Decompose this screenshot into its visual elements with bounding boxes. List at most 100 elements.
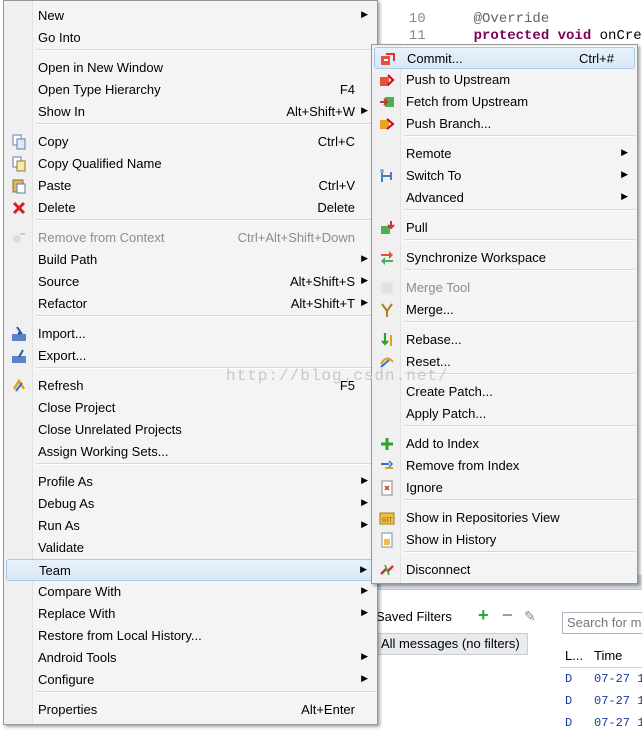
submenu-arrow-icon: ▶ [361, 9, 368, 19]
menu-separator [36, 49, 375, 51]
menu-item-compare-with[interactable]: Compare With ▶ [6, 581, 375, 603]
menu-item-ignore[interactable]: Ignore [374, 477, 635, 499]
menu-item-label: Merge... [406, 302, 454, 317]
delete-icon [11, 200, 27, 216]
submenu-arrow-icon: ▶ [361, 607, 368, 617]
export-icon [11, 348, 27, 364]
menu-item-label: Switch To [406, 168, 462, 183]
menu-item-label: Go Into [38, 30, 81, 45]
watermark: http://blog.csdn.net/ [226, 367, 449, 385]
menu-separator [36, 315, 375, 317]
code-editor[interactable]: 10@Override 11protected void onCreate( 1… [372, 0, 642, 45]
menu-item-label: Remote [406, 146, 452, 161]
log-search-input[interactable]: Search for m [562, 612, 642, 634]
menu-item-label: Compare With [38, 584, 122, 599]
menu-item-label: Show in Repositories View [406, 510, 560, 525]
menu-item-label: Properties [38, 702, 98, 717]
menu-item-remove-from-index[interactable]: Remove from Index [374, 455, 635, 477]
menu-item-configure[interactable]: Configure ▶ [6, 669, 375, 691]
menu-item-switch-to[interactable]: Switch To ▶ [374, 165, 635, 187]
menu-item-label: Rebase... [406, 332, 462, 347]
menu-item-fetch-from-upstream[interactable]: Fetch from Upstream [374, 91, 635, 113]
menu-item-merge[interactable]: Merge... [374, 299, 635, 321]
menu-item-go-into[interactable]: Go Into [6, 27, 375, 49]
copy-qualified-icon [11, 156, 27, 172]
col-time-header[interactable]: Time [589, 645, 622, 667]
menu-item-close-unrelated-projects[interactable]: Close Unrelated Projects [6, 419, 375, 441]
menu-item-replace-with[interactable]: Replace With ▶ [6, 603, 375, 625]
menu-item-import[interactable]: Import... [6, 323, 375, 345]
col-level-header[interactable]: L... [560, 645, 589, 667]
menu-item-open-in-new-window[interactable]: Open in New Window [6, 57, 375, 79]
menu-item-synchronize-workspace[interactable]: Synchronize Workspace [374, 247, 635, 269]
table-row[interactable]: D 07-27 1 [560, 712, 642, 734]
menu-item-accelerator: Delete [317, 200, 355, 215]
menu-item-label: Paste [38, 178, 72, 193]
menu-item-android-tools[interactable]: Android Tools ▶ [6, 647, 375, 669]
menu-item-remote[interactable]: Remote ▶ [374, 143, 635, 165]
menu-item-new[interactable]: New ▶ [6, 5, 375, 27]
table-row[interactable]: D 07-27 1 [560, 690, 642, 712]
menu-item-label: Build Path [38, 252, 98, 267]
menu-item-label: Pull [406, 220, 428, 235]
menu-item-show-in[interactable]: Show In Alt+Shift+W ▶ [6, 101, 375, 123]
add-filter-icon[interactable]: + [478, 606, 492, 624]
menu-item-label: Fetch from Upstream [406, 94, 529, 109]
menu-separator [36, 463, 375, 465]
menu-item-push-branch[interactable]: Push Branch... [374, 113, 635, 135]
menu-item-accelerator: Ctrl+# [578, 51, 614, 66]
menu-item-advanced[interactable]: Advanced ▶ [374, 187, 635, 209]
saved-filters-label: Saved Filters [376, 609, 452, 624]
menu-item-refactor[interactable]: Refactor Alt+Shift+T ▶ [6, 293, 375, 315]
menu-item-copy[interactable]: Copy Ctrl+C [6, 131, 375, 153]
menu-item-close-project[interactable]: Close Project [6, 397, 375, 419]
menu-item-label: Push to Upstream [406, 72, 511, 87]
menu-item-show-in-history[interactable]: Show in History [374, 529, 635, 551]
table-row[interactable]: D 07-27 1 [560, 668, 642, 690]
submenu-arrow-icon: ▶ [361, 651, 368, 661]
menu-item-debug-as[interactable]: Debug As ▶ [6, 493, 375, 515]
edit-filter-icon[interactable]: ✎ [524, 608, 540, 624]
menu-item-disconnect[interactable]: Disconnect [374, 559, 635, 581]
menu-item-restore-from-local-history[interactable]: Restore from Local History... [6, 625, 375, 647]
menu-item-pull[interactable]: Pull [374, 217, 635, 239]
menu-item-label: Show in History [406, 532, 497, 547]
menu-item-label: Ignore [406, 480, 443, 495]
menu-separator [404, 209, 635, 211]
commit-icon [380, 51, 396, 67]
menu-item-push-to-upstream[interactable]: Push to Upstream [374, 69, 635, 91]
filter-item-all[interactable]: All messages (no filters) [376, 633, 528, 655]
menu-item-export[interactable]: Export... [6, 345, 375, 367]
menu-item-rebase[interactable]: Rebase... [374, 329, 635, 351]
menu-item-open-type-hierarchy[interactable]: Open Type Hierarchy F4 [6, 79, 375, 101]
menu-item-paste[interactable]: Paste Ctrl+V [6, 175, 375, 197]
ignore-icon [379, 480, 395, 496]
menu-item-apply-patch[interactable]: Apply Patch... [374, 403, 635, 425]
menu-item-accelerator: Ctrl+V [318, 178, 355, 193]
menu-item-source[interactable]: Source Alt+Shift+S ▶ [6, 271, 375, 293]
menu-item-run-as[interactable]: Run As ▶ [6, 515, 375, 537]
menu-item-delete[interactable]: Delete Delete [6, 197, 375, 219]
fetch-upstream-icon [379, 94, 395, 110]
menu-item-add-to-index[interactable]: Add to Index [374, 433, 635, 455]
remove-filter-icon[interactable]: − [502, 606, 516, 624]
menu-item-build-path[interactable]: Build Path ▶ [6, 249, 375, 271]
code-line-12: 12super [372, 29, 552, 45]
menu-item-show-in-repositories-view[interactable]: GIT Show in Repositories View [374, 507, 635, 529]
menu-item-validate[interactable]: Validate [6, 537, 375, 559]
menu-item-label: Create Patch... [406, 384, 493, 399]
menu-item-label: Copy [38, 134, 69, 149]
menu-item-accelerator: Alt+Shift+T [290, 296, 355, 311]
menu-item-assign-working-sets[interactable]: Assign Working Sets... [6, 441, 375, 463]
menu-item-team[interactable]: Team ▶ [6, 559, 375, 581]
menu-item-profile-as[interactable]: Profile As ▶ [6, 471, 375, 493]
menu-item-properties[interactable]: Properties Alt+Enter [6, 699, 375, 721]
submenu-arrow-icon: ▶ [361, 297, 368, 307]
menu-item-label: Android Tools [38, 650, 117, 665]
menu-item-label: Replace With [38, 606, 116, 621]
menu-item-commit[interactable]: Commit... Ctrl+# [374, 47, 635, 69]
menu-item-merge-tool: Merge Tool [374, 277, 635, 299]
menu-separator [36, 123, 375, 125]
menu-item-label: Debug As [38, 496, 95, 511]
menu-item-copy-qualified-name[interactable]: Copy Qualified Name [6, 153, 375, 175]
